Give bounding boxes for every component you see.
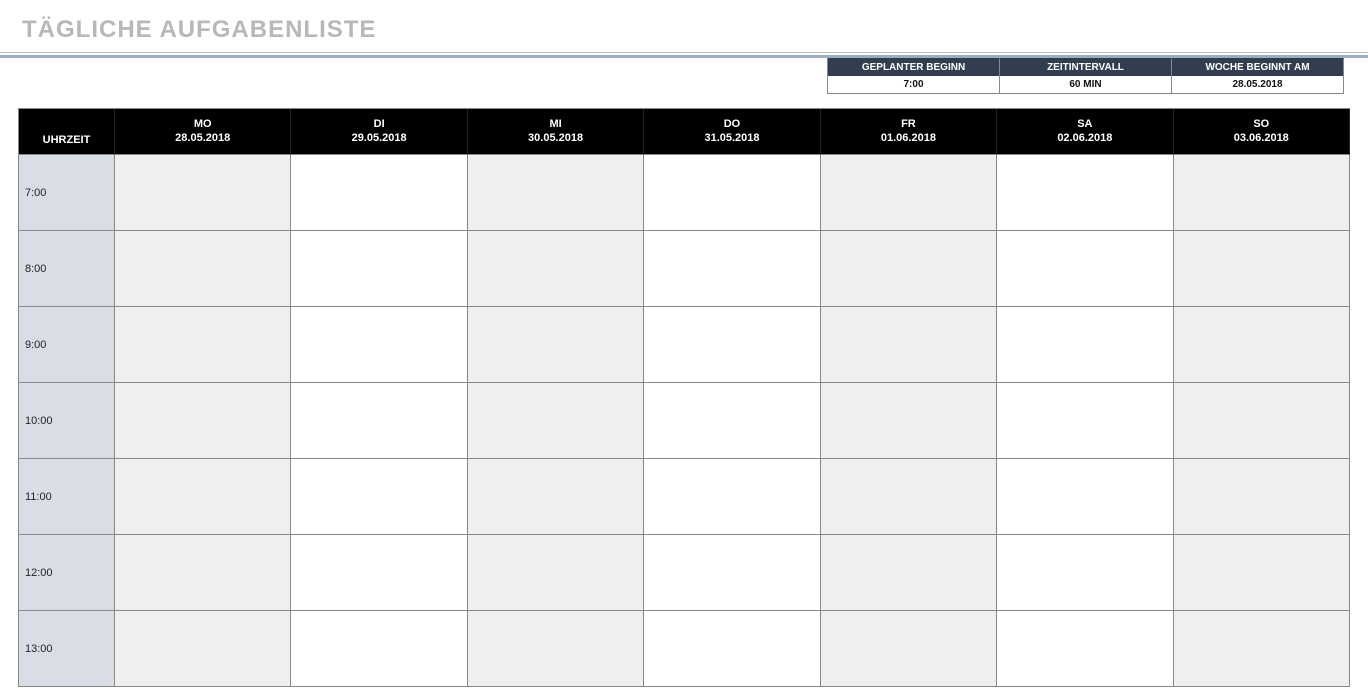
- day-header: FR01.06.2018: [821, 109, 997, 155]
- schedule-cell[interactable]: [644, 383, 820, 459]
- schedule-cell[interactable]: [115, 155, 291, 231]
- hour-label: 10:00: [19, 383, 115, 459]
- schedule-cell[interactable]: [1174, 611, 1350, 687]
- day-date: 31.05.2018: [704, 132, 759, 146]
- schedule-cell[interactable]: [997, 307, 1173, 383]
- schedule-cell[interactable]: [468, 231, 644, 307]
- hour-label: 9:00: [19, 307, 115, 383]
- schedule-cell[interactable]: [115, 535, 291, 611]
- day-header: SA02.06.2018: [997, 109, 1173, 155]
- schedule-cell[interactable]: [997, 535, 1173, 611]
- schedule-row: 11:00: [19, 459, 1350, 535]
- schedule-cell[interactable]: [115, 611, 291, 687]
- schedule-cell[interactable]: [821, 155, 997, 231]
- schedule-cell[interactable]: [468, 383, 644, 459]
- schedule-cell[interactable]: [468, 459, 644, 535]
- schedule-cell[interactable]: [291, 307, 467, 383]
- schedule-cell[interactable]: [115, 231, 291, 307]
- schedule-cell[interactable]: [821, 535, 997, 611]
- meta-header-start: GEPLANTER BEGINN: [828, 58, 1000, 76]
- schedule-cell[interactable]: [821, 307, 997, 383]
- schedule-cell[interactable]: [1174, 231, 1350, 307]
- meta-header-week: WOCHE BEGINNT AM: [1172, 58, 1344, 76]
- schedule-cell[interactable]: [997, 459, 1173, 535]
- schedule-cell[interactable]: [644, 459, 820, 535]
- schedule-cell[interactable]: [291, 459, 467, 535]
- schedule-cell[interactable]: [997, 383, 1173, 459]
- schedule-cell[interactable]: [644, 611, 820, 687]
- page-title: TÄGLICHE AUFGABENLISTE: [0, 10, 1368, 52]
- day-date: 01.06.2018: [881, 132, 936, 146]
- day-of-week: FR: [901, 118, 916, 132]
- day-date: 30.05.2018: [528, 132, 583, 146]
- schedule-cell[interactable]: [1174, 307, 1350, 383]
- meta-value-week[interactable]: 28.05.2018: [1172, 76, 1344, 94]
- meta-table: GEPLANTER BEGINN ZEITINTERVALL WOCHE BEG…: [827, 58, 1344, 94]
- day-header: MI30.05.2018: [468, 109, 644, 155]
- schedule-cell[interactable]: [291, 535, 467, 611]
- day-of-week: MI: [549, 118, 561, 132]
- schedule-row: 12:00: [19, 535, 1350, 611]
- schedule-row: 10:00: [19, 383, 1350, 459]
- schedule-cell[interactable]: [997, 231, 1173, 307]
- meta-value-interval[interactable]: 60 MIN: [1000, 76, 1172, 94]
- schedule-cell[interactable]: [644, 307, 820, 383]
- schedule-cell[interactable]: [821, 383, 997, 459]
- rule-thin: [0, 52, 1368, 53]
- schedule-cell[interactable]: [291, 383, 467, 459]
- schedule-cell[interactable]: [115, 307, 291, 383]
- schedule-cell[interactable]: [997, 611, 1173, 687]
- schedule-cell[interactable]: [1174, 383, 1350, 459]
- day-of-week: SO: [1253, 118, 1269, 132]
- day-header: MO28.05.2018: [115, 109, 291, 155]
- day-date: 29.05.2018: [352, 132, 407, 146]
- schedule-cell[interactable]: [115, 383, 291, 459]
- schedule-cell[interactable]: [115, 459, 291, 535]
- schedule-cell[interactable]: [644, 535, 820, 611]
- schedule-row: 8:00: [19, 231, 1350, 307]
- schedule-cell[interactable]: [291, 611, 467, 687]
- schedule-cell[interactable]: [291, 155, 467, 231]
- schedule-cell[interactable]: [1174, 535, 1350, 611]
- day-date: 03.06.2018: [1234, 132, 1289, 146]
- day-header: DO31.05.2018: [644, 109, 820, 155]
- hour-label: 12:00: [19, 535, 115, 611]
- schedule-table: UHRZEIT MO28.05.2018 DI29.05.2018 MI30.0…: [18, 108, 1350, 687]
- schedule-cell[interactable]: [1174, 459, 1350, 535]
- schedule-cell[interactable]: [821, 611, 997, 687]
- day-date: 28.05.2018: [175, 132, 230, 146]
- meta-header-interval: ZEITINTERVALL: [1000, 58, 1172, 76]
- hour-label: 13:00: [19, 611, 115, 687]
- meta-value-start[interactable]: 7:00: [828, 76, 1000, 94]
- day-header: DI29.05.2018: [291, 109, 467, 155]
- schedule-cell[interactable]: [644, 155, 820, 231]
- hour-label: 7:00: [19, 155, 115, 231]
- schedule-cell[interactable]: [821, 459, 997, 535]
- hour-label: 11:00: [19, 459, 115, 535]
- day-of-week: DO: [724, 118, 741, 132]
- hour-label: 8:00: [19, 231, 115, 307]
- schedule-cell[interactable]: [468, 307, 644, 383]
- schedule-cell[interactable]: [644, 231, 820, 307]
- schedule-cell[interactable]: [997, 155, 1173, 231]
- schedule-cell[interactable]: [821, 231, 997, 307]
- day-of-week: SA: [1077, 118, 1092, 132]
- day-date: 02.06.2018: [1057, 132, 1112, 146]
- schedule-cell[interactable]: [291, 231, 467, 307]
- schedule-cell[interactable]: [468, 155, 644, 231]
- day-header: SO03.06.2018: [1174, 109, 1350, 155]
- schedule-row: 13:00: [19, 611, 1350, 687]
- day-of-week: DI: [374, 118, 385, 132]
- schedule-row: 7:00: [19, 155, 1350, 231]
- schedule-cell[interactable]: [1174, 155, 1350, 231]
- schedule-cell[interactable]: [468, 535, 644, 611]
- schedule-cell[interactable]: [468, 611, 644, 687]
- time-column-header: UHRZEIT: [19, 109, 115, 155]
- schedule-header-row: UHRZEIT MO28.05.2018 DI29.05.2018 MI30.0…: [19, 109, 1350, 155]
- schedule-row: 9:00: [19, 307, 1350, 383]
- day-of-week: MO: [194, 118, 212, 132]
